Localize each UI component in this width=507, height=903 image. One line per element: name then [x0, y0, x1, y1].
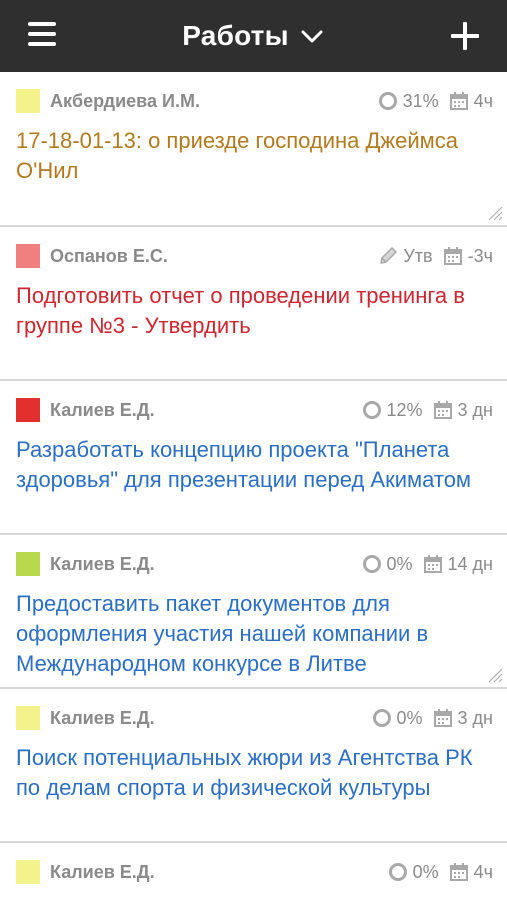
task-status: 0% — [362, 554, 413, 575]
chevron-down-icon — [301, 30, 323, 43]
view-selector[interactable]: Работы — [0, 0, 507, 72]
calendar-icon — [433, 401, 452, 419]
calendar-icon — [443, 247, 462, 265]
time-value: 4ч — [473, 861, 493, 882]
task-author: Калиев Е.Д. — [50, 399, 155, 420]
priority-swatch — [16, 552, 40, 576]
task-status: 31% — [378, 91, 439, 112]
time-value: 3 дн — [457, 399, 493, 420]
add-button[interactable] — [451, 22, 479, 50]
time-value: 3 дн — [457, 707, 493, 728]
progress-circle-icon — [388, 863, 407, 881]
calendar-icon — [423, 555, 442, 573]
task-item[interactable]: Калиев Е.Д. 0% 3 дн Поиск потенциальных жюр… — [0, 689, 507, 843]
task-item[interactable]: Оспанов Е.С. Утв -3ч Подготовить отчет о пр… — [0, 227, 507, 381]
task-author: Калиев Е.Д. — [50, 707, 155, 728]
task-meta: Калиев Е.Д. 0% 3 дн — [16, 689, 493, 747]
task-status: 0% — [388, 862, 439, 883]
task-title: Разработать концепцию проекта "Планета з… — [16, 437, 472, 492]
priority-swatch — [16, 398, 40, 422]
status-value: 12% — [386, 399, 423, 420]
priority-swatch — [16, 244, 40, 268]
resize-handle-icon — [488, 206, 503, 221]
calendar-icon — [449, 863, 468, 881]
task-item[interactable]: Акбердиева И.М. 31% 4ч 17-18-01-13: о приез… — [0, 72, 507, 227]
calendar-icon — [449, 92, 468, 110]
task-meta: Калиев Е.Д. 12% 3 дн — [16, 381, 493, 439]
top-bar: Работы — [0, 0, 507, 72]
time-value: 14 дн — [447, 553, 493, 574]
task-title: Поиск потенциальных жюри из Агентства РК… — [16, 745, 473, 800]
status-value: 0% — [396, 707, 423, 728]
page-title: Работы — [182, 20, 289, 51]
task-author: Акбердиева И.М. — [50, 90, 200, 111]
task-title: 17-18-01-13: о приезде господина Джеймса… — [16, 128, 458, 183]
task-time: 4ч — [449, 862, 493, 883]
time-value: 4ч — [473, 90, 493, 111]
task-meta: Акбердиева И.М. 31% 4ч — [16, 72, 493, 130]
task-item[interactable]: Калиев Е.Д. 0% 4ч — [0, 843, 507, 903]
progress-circle-icon — [362, 401, 381, 419]
task-time: 14 дн — [423, 554, 493, 575]
task-meta: Оспанов Е.С. Утв -3ч — [16, 227, 493, 285]
priority-swatch — [16, 89, 40, 113]
task-status: Утв — [378, 245, 433, 267]
progress-circle-icon — [372, 709, 391, 727]
plus-icon — [451, 22, 479, 50]
task-time: 3 дн — [433, 400, 493, 421]
progress-circle-icon — [362, 555, 381, 573]
calendar-icon — [433, 709, 452, 727]
status-value: Утв — [403, 245, 433, 266]
task-status: 0% — [372, 708, 423, 729]
task-meta: Калиев Е.Д. 0% 14 дн — [16, 535, 493, 593]
task-meta: Калиев Е.Д. 0% 4ч — [16, 843, 493, 901]
status-value: 0% — [412, 861, 439, 882]
time-value: -3ч — [467, 245, 493, 266]
task-status: 12% — [362, 400, 423, 421]
resize-handle-icon — [488, 668, 503, 683]
task-list: Акбердиева И.М. 31% 4ч 17-18-01-13: о приез… — [0, 72, 507, 843]
task-item[interactable]: Калиев Е.Д. 12% 3 дн Разработать концепцию … — [0, 381, 507, 535]
task-author: Оспанов Е.С. — [50, 245, 168, 266]
status-value: 0% — [386, 553, 413, 574]
task-title: Предоставить пакет документов для оформл… — [16, 591, 429, 676]
priority-swatch — [16, 706, 40, 730]
task-time: 4ч — [449, 91, 493, 112]
task-time: -3ч — [443, 246, 493, 267]
priority-swatch — [16, 860, 40, 884]
pen-icon — [380, 247, 398, 264]
task-author: Калиев Е.Д. — [50, 553, 155, 574]
task-item[interactable]: Калиев Е.Д. 0% 14 дн Предоставить пакет док… — [0, 535, 507, 689]
task-title: Подготовить отчет о проведении тренинга … — [16, 283, 465, 338]
status-value: 31% — [402, 90, 439, 111]
task-time: 3 дн — [433, 708, 493, 729]
progress-circle-icon — [378, 92, 397, 110]
task-author: Калиев Е.Д. — [50, 861, 155, 882]
